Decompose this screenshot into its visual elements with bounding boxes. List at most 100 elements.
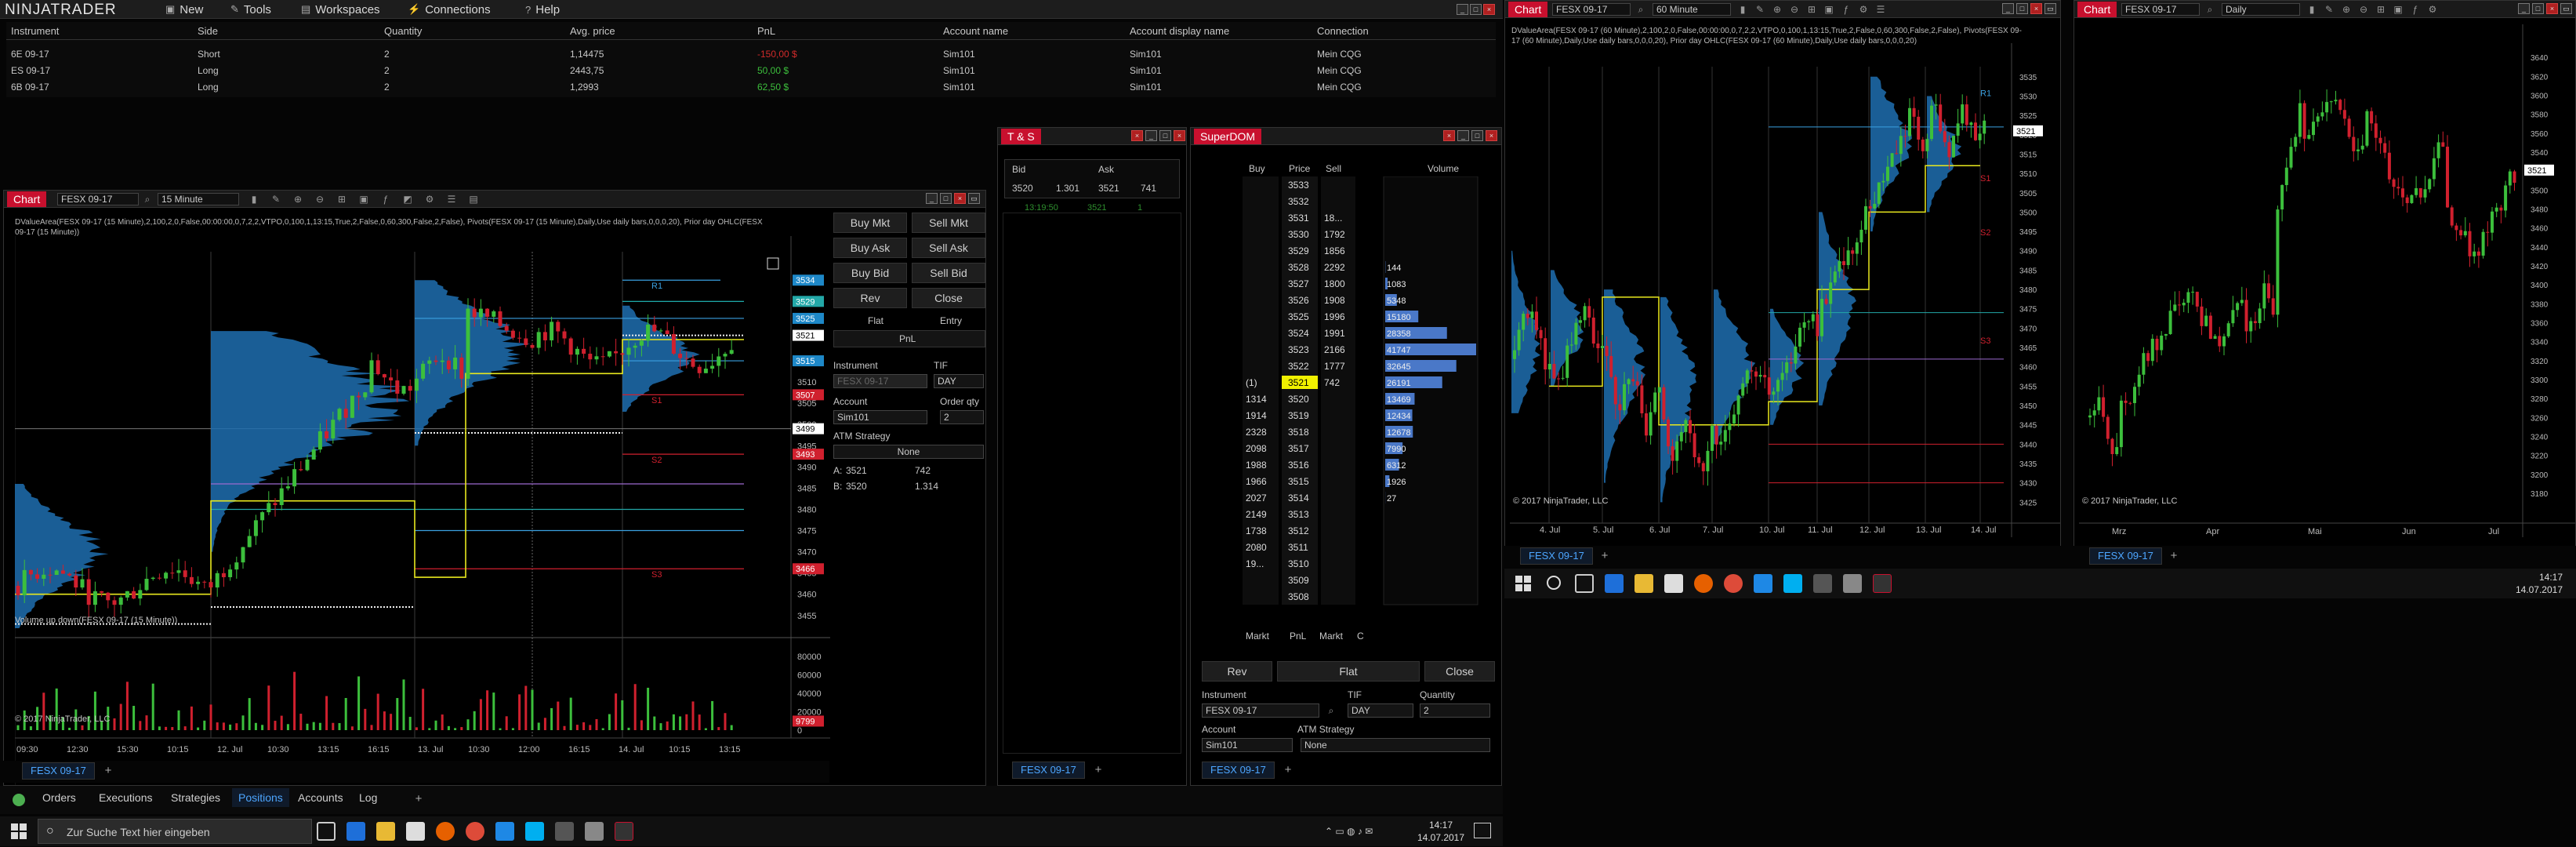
tab-accounts[interactable]: Accounts [292,788,350,807]
menu-new[interactable]: ▣ New [161,0,208,19]
zoom-out-icon[interactable]: ⊖ [314,194,325,205]
search-icon[interactable]: ⌕ [1635,4,1646,15]
properties-icon[interactable]: ⚙ [424,194,435,205]
draw-tool-icon[interactable]: ✎ [2324,4,2335,15]
col-account-name[interactable]: Account name [943,25,1008,37]
buy-bid-button[interactable]: Buy Bid [833,263,907,283]
edge-icon[interactable] [1605,574,1624,593]
close-button[interactable]: × [2546,3,2558,14]
properties-icon[interactable]: ⚙ [1858,4,1869,15]
indicators-icon[interactable]: ƒ [380,194,391,205]
maximize-button[interactable]: □ [1470,4,1482,15]
list-icon[interactable]: ☰ [1875,4,1886,15]
close-position-button[interactable]: Close [912,288,985,308]
col-avg-price[interactable]: Avg. price [570,25,615,37]
restore-button[interactable]: ▭ [2044,3,2056,14]
order-qty-stepper[interactable]: 2 [940,410,984,424]
add-tab-button[interactable]: + [1597,548,1613,564]
sell-market-button[interactable]: Sell Mkt [912,213,985,233]
search-icon[interactable]: ⌕ [142,194,153,205]
minimize-button[interactable]: _ [1457,4,1468,15]
chrome-icon[interactable] [1724,574,1743,593]
minimize-button[interactable]: _ [2518,3,2530,14]
col-side[interactable]: Side [198,25,218,37]
close-button[interactable]: × [1483,4,1495,15]
crosshair-icon[interactable]: ⊞ [2375,4,2386,15]
interval-selector[interactable]: 60 Minute [1653,3,1731,16]
remote-desktop-icon[interactable] [495,822,514,841]
tab-log[interactable]: Log [353,788,383,807]
list-icon[interactable]: ☰ [446,194,457,205]
chart-tab[interactable]: FESX 09-17 [2089,547,2162,565]
bar-style-icon[interactable]: ▮ [1737,4,1748,15]
atm-strategy-select[interactable]: None [1301,738,1490,752]
windows-start-icon[interactable] [1515,576,1531,591]
reverse-button[interactable]: Rev [1202,661,1272,682]
tif-select[interactable]: DAY [934,374,984,388]
col-pnl[interactable]: PnL [757,25,775,37]
close-button[interactable]: × [954,193,966,204]
properties-icon[interactable]: ⚙ [2427,4,2438,15]
reverse-button[interactable]: Rev [833,288,907,308]
bar-style-icon[interactable]: ▮ [249,194,259,205]
snapshot-icon[interactable]: ▣ [1823,4,1834,15]
maximize-button[interactable]: □ [2016,3,2028,14]
calculator-icon[interactable] [555,822,574,841]
menu-workspaces[interactable]: ▤ Workspaces [296,0,385,19]
col-quantity[interactable]: Quantity [384,25,422,37]
price-panel[interactable]: R1S1S2S335153510350535003495349034853480… [15,236,830,785]
maximize-button[interactable]: □ [2532,3,2544,14]
firefox-icon[interactable] [1694,574,1713,593]
tab-strategies[interactable]: Strategies [165,788,227,807]
close-button[interactable]: × [2030,3,2042,14]
account-select[interactable]: Sim101 [1202,738,1293,752]
tray-icons[interactable]: ⌃ ▭ ◍ ♪ ✉ [1325,826,1373,837]
quantity-stepper[interactable]: 2 [1420,703,1490,718]
ninjatrader-taskbar-icon[interactable] [1873,574,1892,593]
tif-select[interactable]: DAY [1348,703,1413,718]
interval-selector[interactable]: 15 Minute [158,193,239,205]
chart-trader-icon[interactable]: ▤ [468,194,479,205]
chrome-icon[interactable] [466,822,484,841]
instrument-selector[interactable]: FESX 09-17 [2121,3,2200,16]
sell-ask-button[interactable]: Sell Ask [912,238,985,258]
close-button[interactable]: × [1486,130,1497,141]
add-tab-button[interactable]: + [2166,548,2182,564]
markt-right[interactable]: Markt [1319,631,1343,642]
task-view-icon[interactable] [317,822,336,841]
ninjatrader-taskbar-icon[interactable] [615,822,633,841]
tab-orders[interactable]: Orders [36,788,82,807]
calculator-icon[interactable] [1813,574,1832,593]
col-instrument[interactable]: Instrument [11,25,59,37]
instrument-selector[interactable]: FESX 09-17 [1552,3,1631,16]
snapshot-icon[interactable]: ▣ [358,194,369,205]
zoom-in-icon[interactable]: ⊕ [1772,4,1783,15]
add-tab-button[interactable]: + [411,791,426,807]
search-box[interactable]: ○ Zur Suche Text hier eingeben [38,819,312,844]
zoom-in-icon[interactable]: ⊕ [292,194,303,205]
search-icon[interactable]: ⌕ [2204,4,2215,15]
flatten-button[interactable]: Flat [1277,661,1420,682]
dom-ladder[interactable]: 3533 3532 3531 18... 3530 1792 3529 1856 3528 229… [1243,176,1501,616]
skype-icon[interactable] [1783,574,1802,593]
skype-icon[interactable] [525,822,544,841]
task-view-icon[interactable] [1575,574,1594,593]
close-position-button[interactable]: Close [1424,661,1495,682]
minimize-button[interactable]: _ [1457,130,1469,141]
restore-button[interactable]: ▭ [2560,3,2572,14]
account-select[interactable]: Sim101 [833,410,927,424]
app-icon[interactable] [1843,574,1862,593]
col-account-display[interactable]: Account display name [1130,25,1229,37]
col-connection[interactable]: Connection [1317,25,1369,37]
price-panel-daily[interactable]: 3640362036003580356035403520350034803460… [2079,24,2575,537]
store-icon[interactable] [1664,574,1683,593]
chart-tab[interactable]: FESX 09-17 [22,762,95,780]
file-explorer-icon[interactable] [1634,574,1653,593]
interval-selector[interactable]: Daily [2222,3,2300,16]
maximize-button[interactable]: □ [940,193,952,204]
strategies-icon[interactable]: ◩ [402,194,413,205]
instrument-select[interactable]: FESX 09-17 [1202,703,1319,718]
maximize-button[interactable]: □ [1159,130,1171,141]
zoom-in-icon[interactable]: ⊕ [2341,4,2352,15]
price-panel-60min[interactable]: R1S1S2S335353530352535203515351035053500… [1510,43,2060,537]
